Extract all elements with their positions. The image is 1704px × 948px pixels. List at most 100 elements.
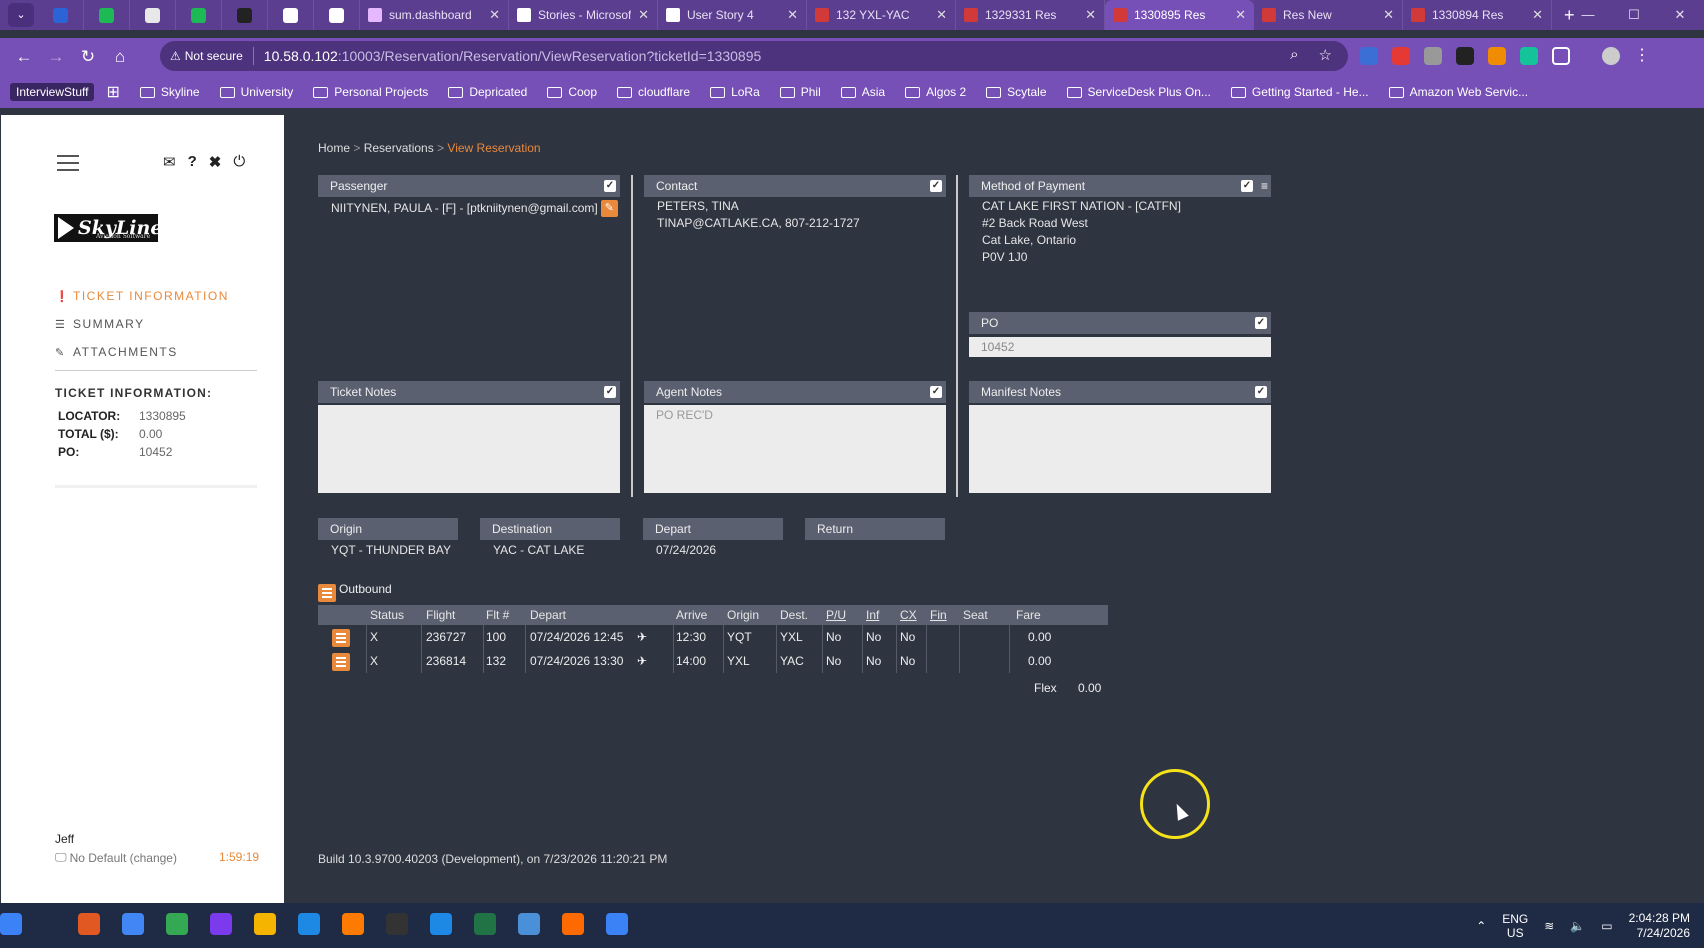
omnibox[interactable]: ⚠ Not secure 10.58.0.102:10003/Reservatio…	[160, 41, 1348, 71]
ticket-notes-checkbox[interactable]: ✓	[604, 386, 616, 398]
taskbar-app-icon[interactable]	[298, 913, 320, 935]
plane-icon[interactable]: ✈	[637, 625, 647, 649]
hamburger-menu-icon[interactable]	[57, 155, 79, 171]
bookmark-item[interactable]: ServiceDesk Plus On...	[1066, 85, 1211, 99]
column-header-seat[interactable]: Seat	[963, 605, 988, 625]
bookmark-item[interactable]: LoRa	[710, 85, 760, 99]
browser-tab[interactable]: Res New ✕	[1254, 0, 1403, 30]
taskbar-app-icon[interactable]	[386, 913, 408, 935]
column-header-status[interactable]: Status	[370, 605, 404, 625]
column-header-origin[interactable]: Origin	[727, 605, 759, 625]
browser-tab[interactable]: 1330894 Res ✕	[1403, 0, 1552, 30]
pinned-tab[interactable]	[222, 0, 268, 30]
column-header-fin[interactable]: Fin	[930, 605, 947, 625]
taskbar-app-icon[interactable]	[518, 913, 540, 935]
column-header-fare[interactable]: Fare	[1016, 605, 1041, 625]
adblock-extension-icon[interactable]	[1392, 47, 1410, 65]
bookmark-item[interactable]: Depricated	[448, 85, 527, 99]
apps-grid-icon[interactable]: ⊞	[106, 82, 119, 102]
sidebar-item-ticket-information[interactable]: ❗ TICKET INFORMATION	[55, 282, 229, 310]
breadcrumb-home[interactable]: Home	[318, 141, 350, 155]
bookmark-item[interactable]: Scytale	[986, 85, 1047, 99]
column-header-dest[interactable]: Dest.	[780, 605, 808, 625]
browser-tab[interactable]: 1330895 Res ✕	[1105, 0, 1254, 30]
forward-button[interactable]: →	[40, 47, 72, 67]
power-icon[interactable]: ⏻	[233, 153, 245, 171]
manifest-notes-textarea[interactable]	[969, 405, 1271, 493]
browser-tab[interactable]: 1329331 Res ✕	[956, 0, 1105, 30]
taskbar-app-icon[interactable]	[430, 913, 452, 935]
taskbar-app-icon[interactable]	[210, 913, 232, 935]
bookmark-item[interactable]: University	[219, 85, 293, 99]
payment-list-icon[interactable]: ≡	[1261, 175, 1268, 197]
zoom-icon[interactable]: ⌕	[1290, 46, 1298, 64]
chevron-up-icon[interactable]: ⌃	[1476, 919, 1486, 933]
payment-checkbox[interactable]: ✓	[1241, 180, 1253, 192]
bookmark-item[interactable]: Skyline	[139, 85, 200, 99]
maximize-button[interactable]: ☐	[1612, 0, 1656, 30]
browser-tab[interactable]: Stories - Microsoft ✕	[509, 0, 658, 30]
minimize-button[interactable]: —	[1566, 0, 1610, 30]
flight-menu-button[interactable]	[332, 629, 350, 647]
reload-button[interactable]: ↻	[72, 47, 104, 67]
extension-icon[interactable]	[1424, 47, 1442, 65]
bookmark-item[interactable]: Asia	[840, 85, 885, 99]
edit-passenger-icon[interactable]: ✎	[600, 200, 618, 218]
breadcrumb-reservations[interactable]: Reservations	[364, 141, 434, 155]
back-button[interactable]: ←	[8, 47, 40, 67]
taskbar-app-icon[interactable]	[342, 913, 364, 935]
extension-icon-2[interactable]	[1488, 47, 1506, 65]
tab-close-icon[interactable]: ✕	[489, 7, 500, 23]
bitwarden-extension-icon[interactable]	[1360, 47, 1378, 65]
bookmark-item[interactable]: Coop	[547, 85, 597, 99]
bookmark-star-icon[interactable]: ☆	[1319, 46, 1332, 64]
tab-close-icon[interactable]: ✕	[936, 7, 947, 23]
speaker-icon[interactable]: 🔈	[1570, 919, 1585, 933]
bookmark-item[interactable]: Amazon Web Servic...	[1388, 85, 1528, 99]
column-header-inf[interactable]: Inf	[866, 605, 879, 625]
browser-menu-icon[interactable]: ⋮	[1634, 47, 1650, 65]
agent-notes-textarea[interactable]: PO REC'D	[644, 405, 946, 493]
taskbar-app-icon[interactable]	[0, 913, 22, 935]
close-window-button[interactable]: ✕	[1658, 0, 1702, 30]
pinned-tab[interactable]	[314, 0, 360, 30]
profile-avatar[interactable]	[1602, 47, 1620, 65]
tab-close-icon[interactable]: ✕	[1383, 7, 1394, 23]
bookmark-item[interactable]: cloudflare	[617, 85, 690, 99]
column-header-pu[interactable]: P/U	[826, 605, 846, 625]
browser-tab[interactable]: 132 YXL-YAC ✕	[807, 0, 956, 30]
pinned-tab[interactable]	[176, 0, 222, 30]
browser-tab[interactable]: sum.dashboard ✕	[360, 0, 509, 30]
taskbar-app-icon[interactable]	[474, 913, 496, 935]
sidebar-item-attachments[interactable]: ✎ ATTACHMENTS	[55, 338, 229, 366]
passenger-checkbox[interactable]: ✓	[604, 180, 616, 192]
column-header-flt#[interactable]: Flt #	[486, 605, 509, 625]
tab-close-icon[interactable]: ✕	[1085, 7, 1096, 23]
plane-icon[interactable]: ✈	[637, 649, 647, 673]
column-header-flight[interactable]: Flight	[426, 605, 455, 625]
bookmark-item[interactable]: Getting Started - He...	[1230, 85, 1369, 99]
envelope-icon[interactable]: ✉	[163, 153, 176, 171]
taskbar-app-icon[interactable]	[606, 913, 628, 935]
language-indicator[interactable]: ENG US	[1502, 912, 1528, 940]
bookmark-item[interactable]: Personal Projects	[313, 85, 428, 99]
pinned-tab[interactable]	[38, 0, 84, 30]
battery-icon[interactable]: ▭	[1601, 919, 1612, 933]
pinned-tab[interactable]	[84, 0, 130, 30]
outbound-menu-button[interactable]	[318, 584, 336, 602]
pinned-tab[interactable]	[130, 0, 176, 30]
bookmark-item[interactable]: Algos 2	[905, 85, 966, 99]
tab-close-icon[interactable]: ✕	[1235, 7, 1246, 23]
column-header-arrive[interactable]: Arrive	[676, 605, 707, 625]
pinned-tab[interactable]	[268, 0, 314, 30]
contact-checkbox[interactable]: ✓	[930, 180, 942, 192]
column-header-depart[interactable]: Depart	[530, 605, 566, 625]
column-header-cx[interactable]: CX	[900, 605, 917, 625]
po-checkbox[interactable]: ✓	[1255, 317, 1267, 329]
po-input[interactable]: 10452	[969, 337, 1271, 357]
tab-close-icon[interactable]: ✕	[638, 7, 649, 23]
home-button[interactable]: ⌂	[104, 47, 136, 67]
taskbar-app-icon[interactable]	[78, 913, 100, 935]
taskbar-app-icon[interactable]	[562, 913, 584, 935]
bookmark-item[interactable]: Phil	[779, 85, 821, 99]
